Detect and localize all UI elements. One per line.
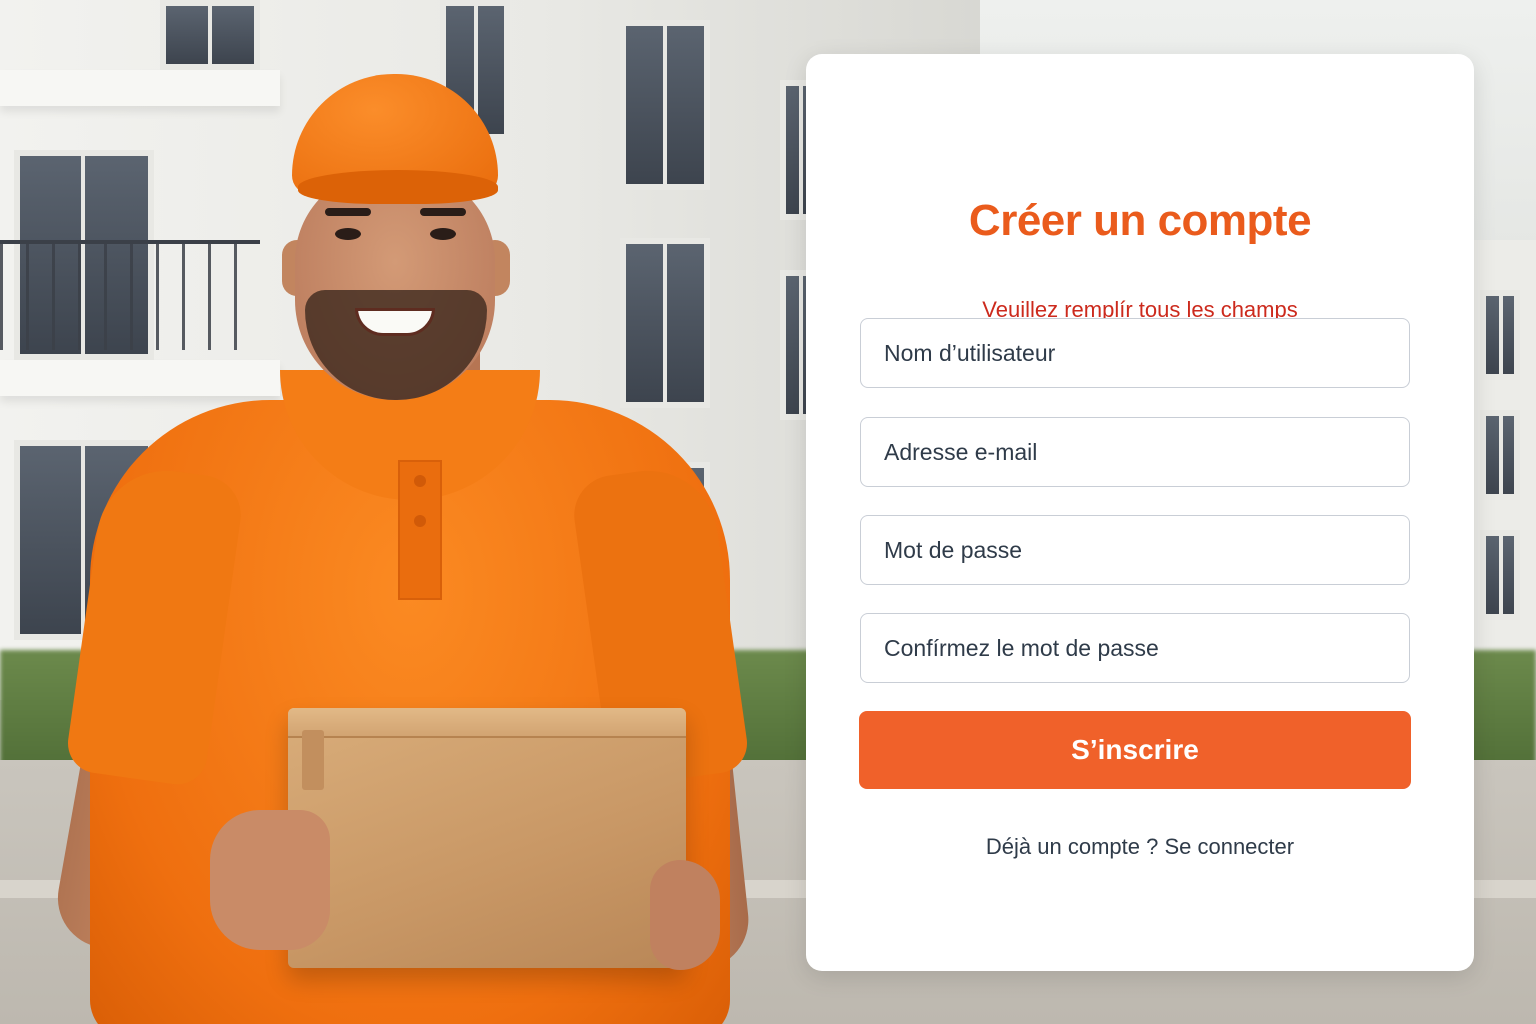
login-prompt-text: Déjà un compte ?	[985, 834, 1159, 859]
username-placeholder: Nom d’utilisateur	[884, 339, 1056, 366]
signup-button[interactable]: S’inscrire	[859, 711, 1411, 789]
username-field[interactable]: Nom d’utilisateur	[860, 318, 1410, 388]
email-field[interactable]: Adresse e-mail	[860, 417, 1410, 487]
confirm-password-placeholder: Confírmez le mot de passe	[884, 634, 1159, 661]
signup-card: Créer un compte Veuillez remplír tous le…	[806, 54, 1474, 971]
login-link[interactable]: Se connecter	[1164, 834, 1294, 859]
password-placeholder: Mot de passe	[884, 536, 1023, 563]
cardboard-box	[288, 708, 686, 968]
page-title: Créer un compte	[968, 196, 1312, 245]
email-placeholder: Adresse e-mail	[884, 438, 1038, 465]
delivery-person-photo	[49, 70, 760, 1024]
confirm-password-field[interactable]: Confírmez le mot de passe	[860, 613, 1410, 683]
login-prompt-row: Déjà un compte ? Se connecter	[806, 834, 1474, 860]
password-field[interactable]: Mot de passe	[860, 515, 1410, 585]
